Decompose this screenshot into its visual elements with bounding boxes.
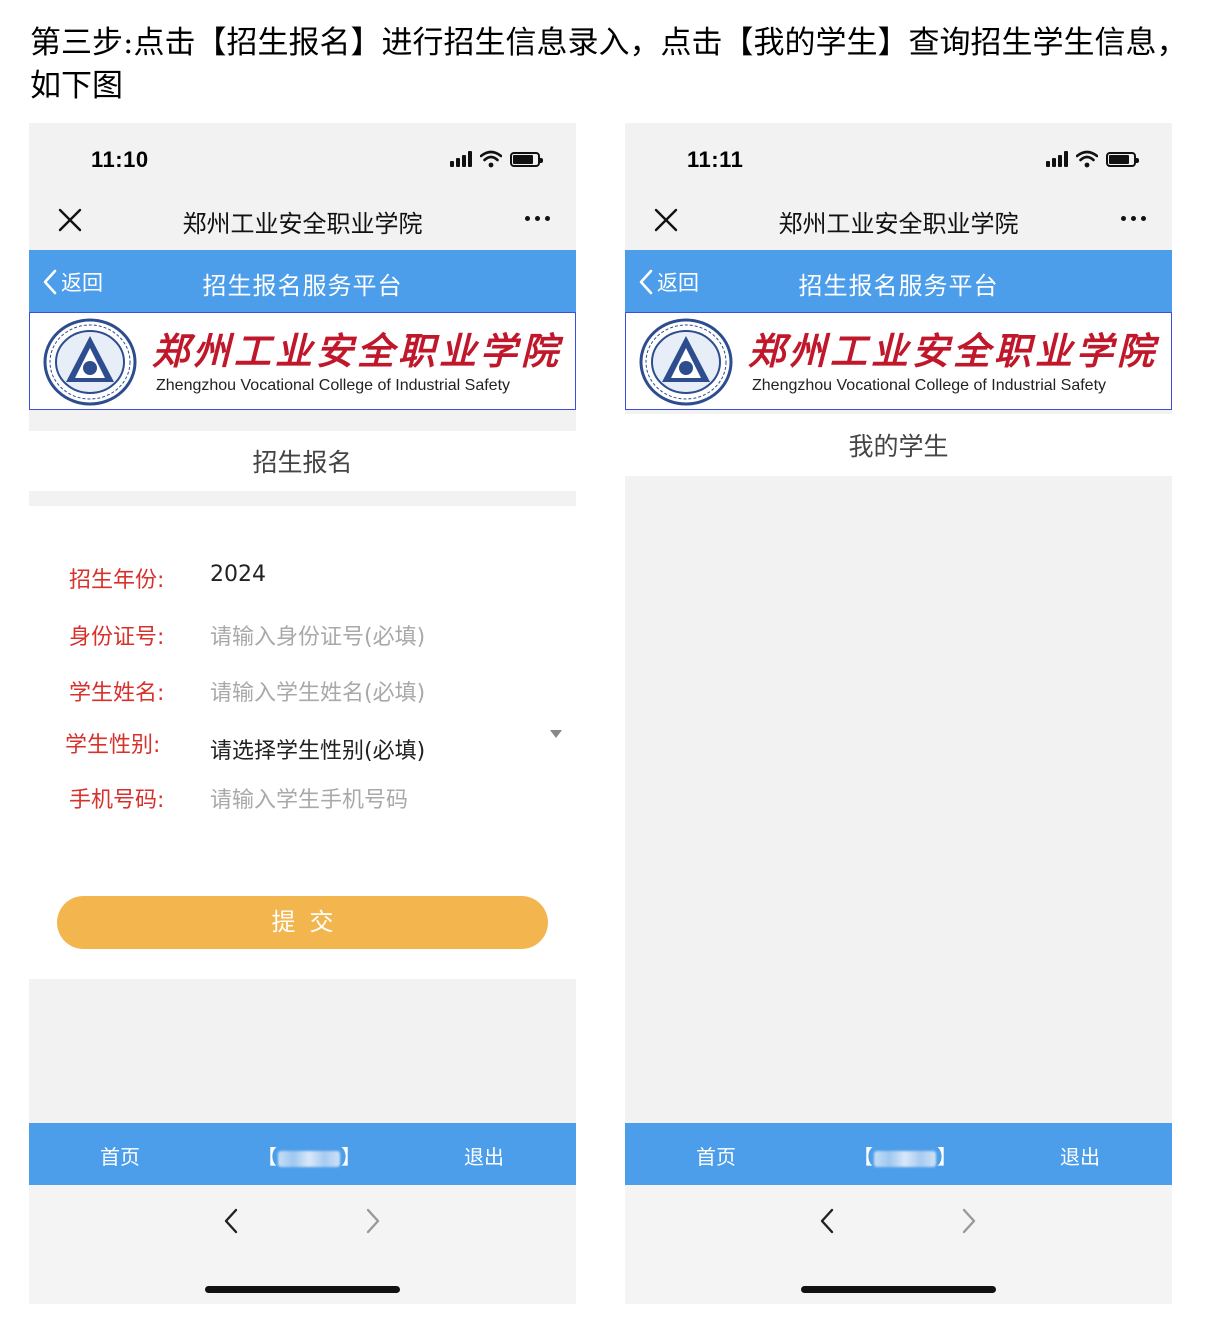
chevron-left-icon[interactable]	[819, 1207, 835, 1235]
app-navbar: 郑州工业安全职业学院	[625, 191, 1172, 250]
app-title: 郑州工业安全职业学院	[778, 210, 1019, 238]
home-indicator	[801, 1286, 996, 1293]
chevron-right-icon[interactable]	[365, 1207, 381, 1235]
platform-title: 招生报名服务平台	[798, 272, 999, 300]
signal-icon	[1046, 151, 1068, 167]
school-banner: 郑州工业安全职业学院 Zhengzhou Vocational College …	[625, 312, 1172, 410]
status-time: 11:11	[687, 147, 744, 172]
wifi-icon	[480, 150, 502, 168]
phone-screen-my-students: 11:11 郑州工业安全职业学院 返回 招生报名服务平台 郑州工业安全职业学院 …	[625, 123, 1172, 1304]
gender-label: 学生性别:	[65, 733, 161, 758]
tab-user[interactable]: 【】	[853, 1141, 957, 1170]
chevron-right-icon[interactable]	[961, 1207, 977, 1235]
signal-icon	[450, 151, 472, 167]
phone-input[interactable]: 请输入学生手机号码	[210, 782, 408, 814]
bracket-right: 】	[937, 1145, 957, 1169]
section-title: 招生报名	[29, 431, 576, 491]
battery-icon	[510, 151, 543, 167]
year-value: 2024	[210, 562, 266, 587]
home-indicator	[205, 1286, 400, 1293]
school-emblem	[639, 318, 733, 406]
school-name-en: Zhengzhou Vocational College of Industri…	[752, 377, 1107, 394]
phone-label: 手机号码:	[69, 788, 165, 813]
app-navbar: 郑州工业安全职业学院	[29, 191, 576, 250]
instruction-text: 第三步:点击【招生报名】进行招生信息录入，点击【我的学生】查询招生学生信息，如下…	[30, 25, 1188, 104]
bracket-left: 【	[257, 1145, 277, 1169]
more-icon[interactable]	[1121, 216, 1146, 221]
year-label: 招生年份:	[69, 568, 165, 593]
blurred-username	[874, 1150, 936, 1167]
tab-home[interactable]: 首页	[100, 1141, 140, 1170]
bottom-tabbar: 首页 【】 退出	[29, 1123, 576, 1185]
blurred-username	[278, 1150, 340, 1167]
bracket-left: 【	[853, 1145, 873, 1169]
more-icon[interactable]	[525, 216, 550, 221]
school-banner: 郑州工业安全职业学院 Zhengzhou Vocational College …	[29, 312, 576, 410]
form-row-gender[interactable]: 学生性别: 请选择学生性别(必填)	[29, 724, 576, 764]
submit-button[interactable]: 提交	[57, 896, 548, 949]
id-label: 身份证号:	[69, 625, 165, 650]
caret-down-icon	[550, 730, 562, 738]
tab-user[interactable]: 【】	[257, 1141, 361, 1170]
bottom-tabbar: 首页 【】 退出	[625, 1123, 1172, 1185]
bracket-right: 】	[341, 1145, 361, 1169]
form-row-year: 招生年份: 2024	[29, 556, 576, 596]
status-time: 11:10	[91, 147, 149, 172]
chevron-left-icon[interactable]	[223, 1207, 239, 1235]
name-label: 学生姓名:	[69, 681, 165, 706]
school-name-cn: 郑州工业安全职业学院	[152, 329, 562, 373]
id-number-input[interactable]: 请输入身份证号(必填)	[210, 619, 425, 651]
wifi-icon	[1076, 150, 1098, 168]
school-name-cn: 郑州工业安全职业学院	[748, 329, 1158, 373]
form-row-name[interactable]: 学生姓名: 请输入学生姓名(必填)	[29, 669, 576, 709]
status-bar: 11:11	[625, 123, 1172, 191]
battery-icon	[1106, 151, 1139, 167]
tab-logout[interactable]: 退出	[464, 1141, 504, 1170]
browser-toolbar	[625, 1185, 1172, 1304]
platform-header: 返回 招生报名服务平台	[29, 250, 576, 312]
status-bar: 11:10	[29, 123, 576, 191]
tab-logout[interactable]: 退出	[1060, 1141, 1100, 1170]
browser-toolbar	[29, 1185, 576, 1304]
school-name-en: Zhengzhou Vocational College of Industri…	[156, 377, 511, 394]
form-row-id[interactable]: 身份证号: 请输入身份证号(必填)	[29, 613, 576, 653]
section-title: 我的学生	[625, 414, 1172, 476]
phone-screen-registration: 11:10 郑州工业安全职业学院 返回 招生报名服务平台 郑州工业安全职业学院 …	[29, 123, 576, 1304]
student-name-input[interactable]: 请输入学生姓名(必填)	[210, 675, 425, 707]
platform-title: 招生报名服务平台	[202, 272, 403, 300]
platform-header: 返回 招生报名服务平台	[625, 250, 1172, 312]
tab-home[interactable]: 首页	[696, 1141, 736, 1170]
school-emblem	[43, 318, 137, 406]
gender-select[interactable]: 请选择学生性别(必填)	[210, 733, 425, 765]
form-row-phone[interactable]: 手机号码: 请输入学生手机号码	[29, 776, 576, 816]
app-title: 郑州工业安全职业学院	[182, 210, 423, 238]
